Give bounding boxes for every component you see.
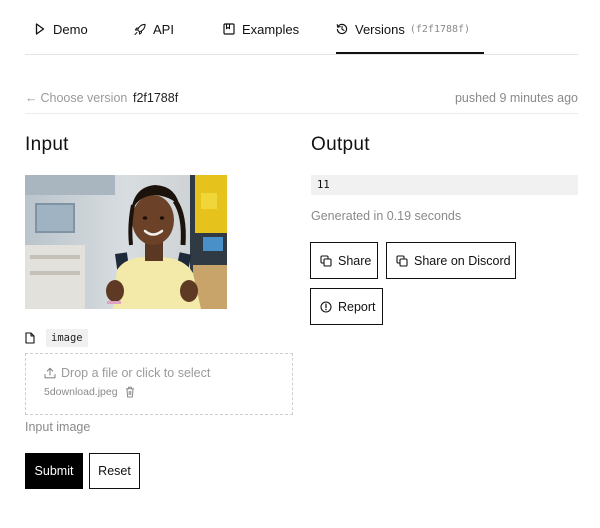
report-label: Report [338, 299, 376, 314]
pushed-timestamp: pushed 9 minutes ago [454, 91, 578, 105]
version-id: f2f1788f [133, 91, 179, 105]
output-heading: Output [311, 134, 370, 155]
tab-api[interactable]: API [134, 22, 174, 53]
input-heading: Input [25, 134, 69, 155]
tab-demo[interactable]: Demo [34, 22, 88, 53]
prediction-page: Demo API Examples Versions (f2f1788f) ← C… [0, 0, 600, 528]
submit-button[interactable]: Submit [25, 453, 83, 489]
trash-icon[interactable] [125, 386, 135, 398]
selected-filename: 5download.jpeg [44, 386, 118, 398]
dropzone-prompt: Drop a file or click to select [44, 366, 210, 380]
image-field-label: image [25, 328, 88, 347]
version-bar: ← Choose version f2f1788f pushed 9 minute… [25, 91, 578, 114]
share-label: Share [338, 253, 372, 268]
tab-versions-label: Versions [355, 22, 405, 37]
tab-versions[interactable]: Versions (f2f1788f) [336, 22, 484, 54]
tab-bar: Demo API Examples Versions (f2f1788f) [25, 22, 578, 55]
tab-examples-label: Examples [242, 22, 300, 37]
version-hash: (f2f1788f) [409, 24, 471, 35]
play-icon [34, 22, 46, 36]
bookmark-icon [223, 22, 235, 36]
share-button[interactable]: Share [310, 242, 378, 279]
tab-examples[interactable]: Examples [223, 22, 299, 53]
alert-circle-icon [320, 300, 332, 313]
selected-file: 5download.jpeg [44, 386, 135, 398]
tab-api-label: API [153, 22, 174, 37]
arrow-left-icon: ← [25, 91, 38, 105]
history-icon [336, 22, 348, 36]
generation-time: Generated in 0.19 seconds [311, 209, 462, 223]
file-dropzone[interactable]: Drop a file or click to select 5download… [25, 353, 293, 415]
copy-icon [396, 254, 408, 267]
input-hint: Input image [25, 420, 91, 434]
field-name-chip: image [46, 328, 88, 347]
tab-demo-label: Demo [53, 22, 88, 37]
file-icon [25, 331, 37, 344]
report-button[interactable]: Report [310, 288, 383, 325]
upload-icon [44, 367, 56, 379]
choose-version-label: Choose version [40, 91, 128, 105]
share-discord-button[interactable]: Share on Discord [386, 242, 516, 279]
copy-icon [320, 254, 332, 267]
input-image-preview [25, 175, 227, 309]
output-value: 11 [311, 175, 578, 195]
dropzone-text: Drop a file or click to select [61, 366, 211, 380]
choose-version-link[interactable]: ← Choose version [25, 91, 127, 105]
share-discord-label: Share on Discord [414, 253, 511, 268]
rocket-icon [134, 22, 146, 36]
reset-button[interactable]: Reset [89, 453, 140, 489]
